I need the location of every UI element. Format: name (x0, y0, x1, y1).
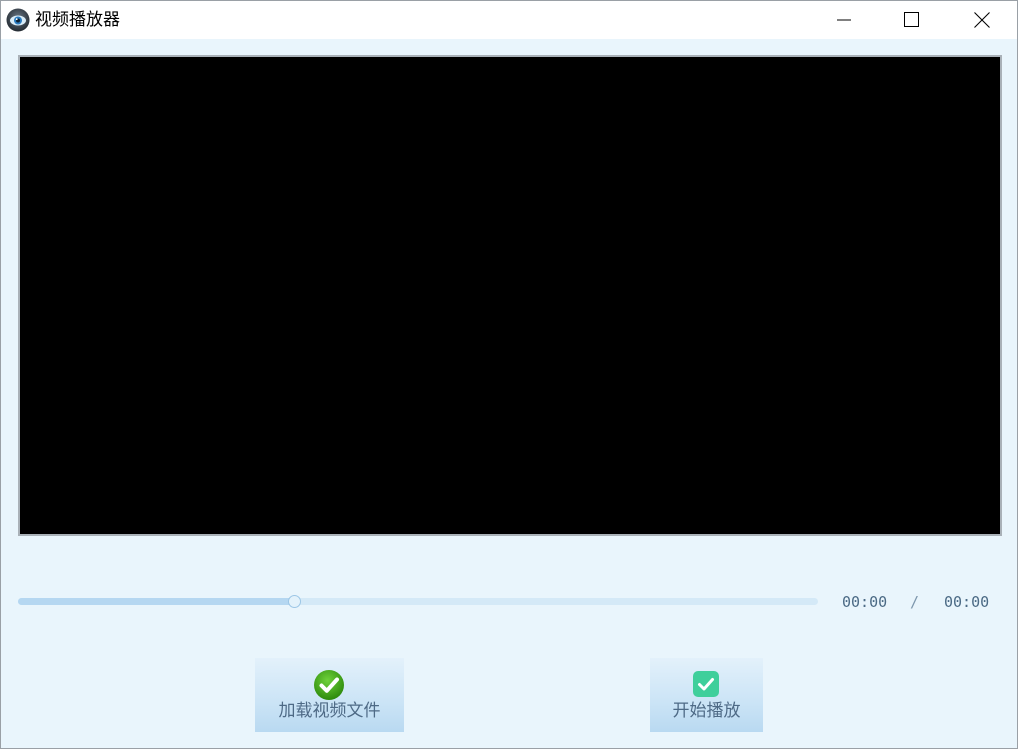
start-play-button[interactable]: 开始播放 (650, 658, 763, 732)
minimize-icon (837, 19, 851, 21)
maximize-icon (904, 12, 919, 27)
start-play-label: 开始播放 (672, 701, 741, 721)
maximize-button[interactable] (889, 1, 935, 39)
load-video-button[interactable]: 加载视频文件 (255, 658, 404, 732)
video-camera-eye-icon (6, 8, 30, 32)
load-video-label: 加载视频文件 (278, 701, 381, 721)
slider-fill (18, 598, 294, 605)
total-time: 00:00 (944, 593, 990, 611)
progress-slider[interactable] (18, 595, 818, 608)
minimize-button[interactable] (821, 1, 867, 39)
title-bar[interactable]: 视频播放器 (1, 1, 1017, 39)
teal-check-square-icon (693, 671, 719, 697)
close-icon (974, 12, 990, 28)
video-display-area[interactable] (18, 55, 1002, 536)
app-window: 视频播放器 00:00 / 00:00 加载视频文件 开始播放 (0, 0, 1018, 749)
close-button[interactable] (959, 1, 1005, 39)
window-title: 视频播放器 (35, 10, 120, 30)
slider-handle[interactable] (288, 595, 301, 608)
time-separator: / (910, 593, 920, 611)
current-time: 00:00 (842, 593, 888, 611)
green-check-circle-icon (314, 670, 344, 700)
